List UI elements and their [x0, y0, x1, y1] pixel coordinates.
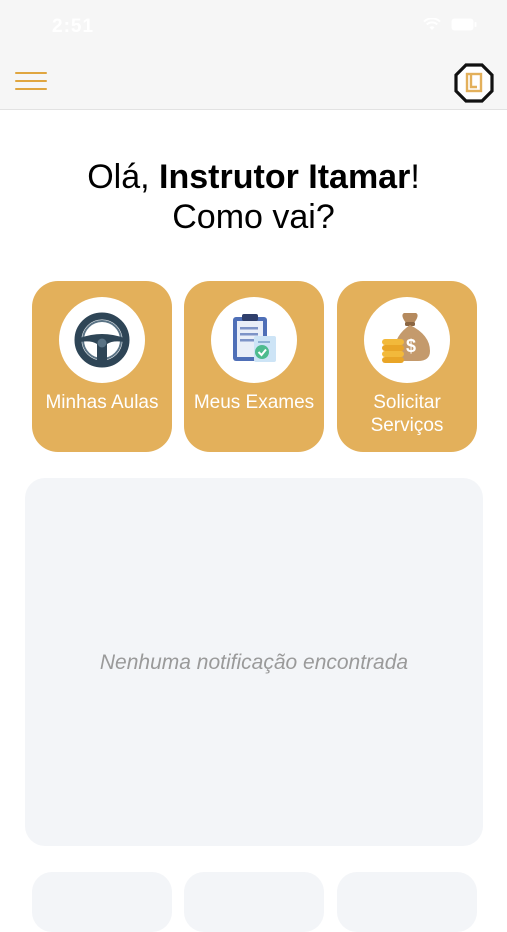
- exam-document-icon: [233, 314, 276, 362]
- hamburger-menu-button[interactable]: [15, 72, 47, 94]
- bottom-shortcut-tile-1[interactable]: [32, 872, 172, 932]
- greeting-heading: Olá, Instrutor Itamar! Como vai?: [0, 157, 507, 237]
- solicitar-servicos-button[interactable]: $ Solicitar Serviços: [337, 281, 477, 452]
- battery-icon: [451, 18, 477, 31]
- tile-label: Solicitar Serviços: [337, 391, 477, 437]
- wifi-icon: [423, 18, 441, 31]
- user-name: Instrutor Itamar: [159, 158, 411, 196]
- money-bag-icon: $: [382, 313, 430, 363]
- tile-label: Minhas Aulas: [45, 392, 159, 413]
- svg-text:$: $: [406, 336, 416, 356]
- tile-icon-circle: $: [364, 297, 450, 383]
- status-bar: 2:51: [0, 0, 507, 58]
- tile-label-line-1: Solicitar: [373, 392, 441, 413]
- top-navbar: [0, 58, 507, 110]
- greeting-line-2: Como vai?: [172, 198, 335, 236]
- greeting-line-1: Olá, Instrutor Itamar!: [0, 157, 507, 197]
- app-logo-icon[interactable]: [452, 61, 496, 105]
- bottom-shortcut-tile-2[interactable]: [184, 872, 324, 932]
- tile-icon-circle: [211, 297, 297, 383]
- tile-label-line-2: Serviços: [370, 415, 444, 436]
- notifications-panel: Nenhuma notificação encontrada: [25, 478, 483, 846]
- meus-exames-button[interactable]: Meus Exames: [184, 281, 324, 452]
- tile-label: Meus Exames: [193, 392, 315, 413]
- status-icons: [423, 18, 477, 31]
- bottom-shortcut-tile-3[interactable]: [337, 872, 477, 932]
- hamburger-icon: [15, 72, 47, 74]
- minhas-aulas-button[interactable]: Minhas Aulas: [32, 281, 172, 452]
- status-time: 2:51: [52, 16, 95, 37]
- greeting-prefix: Olá,: [87, 158, 160, 196]
- notifications-empty-message: Nenhuma notificação encontrada: [99, 651, 409, 674]
- tile-icon-circle: [59, 297, 145, 383]
- greeting-suffix: !: [410, 158, 420, 196]
- steering-wheel-icon: [74, 312, 130, 368]
